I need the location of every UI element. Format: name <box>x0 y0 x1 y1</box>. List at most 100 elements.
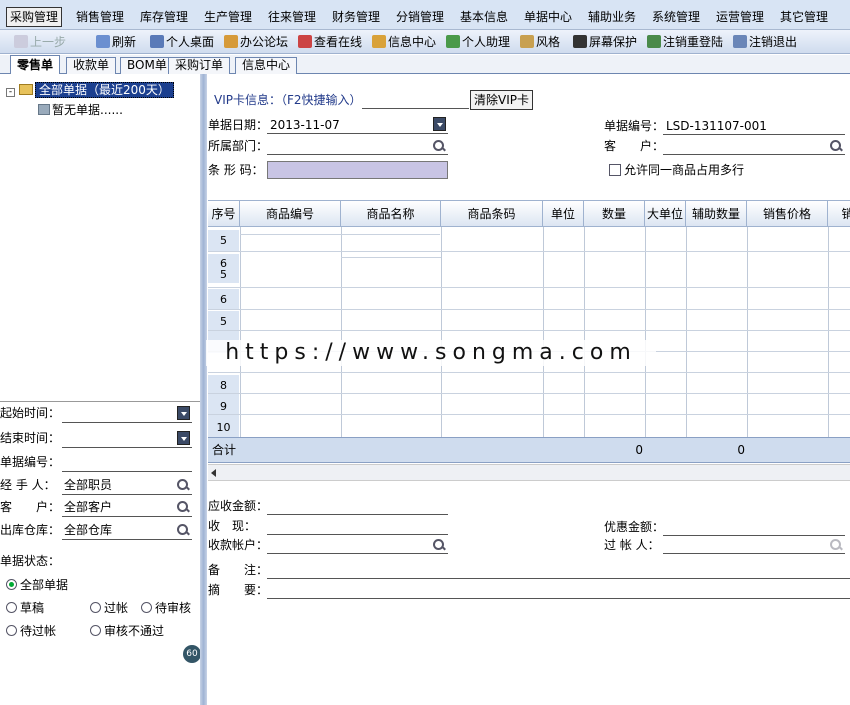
radio-rejected[interactable]: 审核不通过 <box>90 623 164 639</box>
cash-field[interactable] <box>267 517 448 535</box>
dropdown-icon[interactable] <box>177 406 190 420</box>
menu-accounts[interactable]: 往来管理 <box>265 8 319 26</box>
receivable-field[interactable] <box>267 497 448 515</box>
col-header-price[interactable]: 销售价格 <box>747 201 828 227</box>
department-field[interactable] <box>267 137 448 155</box>
checkbox-icon[interactable] <box>609 164 621 176</box>
customer-field[interactable] <box>663 137 845 155</box>
summary-field[interactable] <box>267 581 850 599</box>
counter-badge[interactable]: 60 <box>183 645 201 663</box>
menu-purchase[interactable]: 采购管理 <box>6 7 63 27</box>
tab-bom[interactable]: BOM单 <box>120 57 174 74</box>
search-icon[interactable] <box>829 139 843 153</box>
col-header-code[interactable]: 商品编号 <box>240 201 341 227</box>
radio-posted[interactable]: 过帐 <box>90 600 128 616</box>
end-time-field[interactable] <box>62 429 192 448</box>
menu-basic-info[interactable]: 基本信息 <box>457 8 511 26</box>
radio-icon <box>90 602 101 613</box>
forum-button[interactable]: 办公论坛 <box>224 34 288 50</box>
discount-field[interactable] <box>663 518 845 536</box>
radio-draft[interactable]: 草稿 <box>6 600 44 616</box>
handler-field[interactable]: 全部职员 <box>62 476 192 495</box>
menu-system[interactable]: 系统管理 <box>649 8 703 26</box>
row-number: 5 <box>208 311 239 332</box>
tree-root[interactable]: - 全部单据（最近200天） <box>6 82 174 98</box>
search-icon[interactable] <box>176 500 190 514</box>
vip-input[interactable] <box>362 91 469 109</box>
home-icon <box>224 35 238 48</box>
radio-icon <box>90 625 101 636</box>
menu-inventory[interactable]: 库存管理 <box>137 8 191 26</box>
assistant-button[interactable]: 个人助理 <box>446 34 510 50</box>
search-icon[interactable] <box>432 538 446 552</box>
warehouse-field[interactable]: 全部仓库 <box>62 521 192 540</box>
menu-other[interactable]: 其它管理 <box>777 8 831 26</box>
screen-lock-button[interactable]: 屏幕保护 <box>573 34 637 50</box>
splitter[interactable] <box>200 74 207 705</box>
tab-receipt[interactable]: 收款单 <box>66 57 117 74</box>
refresh-button[interactable]: 刷新 <box>96 34 136 50</box>
menu-doc-center[interactable]: 单据中心 <box>521 8 575 26</box>
tab-purchase-order[interactable]: 采购订单 <box>168 57 231 74</box>
tab-info-center[interactable]: 信息中心 <box>235 57 298 74</box>
menu-finance[interactable]: 财务管理 <box>329 8 383 26</box>
grid-hscrollbar[interactable] <box>208 464 850 481</box>
allow-multiline-checkbox[interactable]: 允许同一商品占用多行 <box>609 161 744 179</box>
col-header-unit[interactable]: 单位 <box>543 201 584 227</box>
desktop-button[interactable]: 个人桌面 <box>150 34 214 50</box>
relogin-button[interactable]: 注销重登陆 <box>647 34 723 50</box>
radio-pending-post[interactable]: 待过帐 <box>6 623 56 639</box>
col-header-more[interactable]: 销 <box>828 201 850 227</box>
menu-production[interactable]: 生产管理 <box>201 8 255 26</box>
row-number: 5 <box>208 268 239 283</box>
expand-icon[interactable]: - <box>6 88 15 97</box>
info-center-button[interactable]: 信息中心 <box>372 34 436 50</box>
clear-vip-button[interactable]: 清除VIP卡 <box>470 90 533 110</box>
poster-field[interactable] <box>663 536 845 554</box>
dropdown-icon[interactable] <box>177 431 190 445</box>
menu-distribution[interactable]: 分销管理 <box>393 8 447 26</box>
dropdown-icon[interactable] <box>433 117 446 131</box>
col-header-seq[interactable]: 序号 <box>208 201 240 227</box>
radio-all[interactable]: 全部单据 <box>6 577 68 593</box>
grid-line <box>208 309 850 310</box>
search-icon[interactable] <box>176 523 190 537</box>
docno-filter-field[interactable] <box>62 453 192 472</box>
tab-retail[interactable]: 零售单 <box>10 55 61 74</box>
row-number: 5 <box>208 230 239 251</box>
start-time-label: 起始时间： <box>0 406 61 420</box>
start-time-field[interactable] <box>62 404 192 423</box>
status-label: 单据状态： <box>0 554 61 568</box>
tree-child[interactable]: 暂无单据...... <box>38 102 123 118</box>
customer-label: 客 户： <box>604 139 665 153</box>
col-header-barcode[interactable]: 商品条码 <box>441 201 543 227</box>
scroll-left-icon[interactable] <box>211 469 216 477</box>
grid-line <box>686 227 687 437</box>
menu-sales[interactable]: 销售管理 <box>73 8 127 26</box>
grid-line <box>828 227 829 437</box>
barcode-input[interactable] <box>267 161 448 179</box>
menu-operations[interactable]: 运营管理 <box>713 8 767 26</box>
back-button[interactable]: 上一步 <box>14 34 66 50</box>
total-qty: 0 <box>635 443 643 457</box>
col-header-name[interactable]: 商品名称 <box>341 201 441 227</box>
date-field[interactable]: 2013-11-07 <box>267 116 448 134</box>
item-grid[interactable]: 序号 商品编号 商品名称 商品条码 单位 数量 大单位 辅助数量 销售价格 销 … <box>208 200 850 464</box>
customer-filter-field[interactable]: 全部客户 <box>62 498 192 517</box>
menu-aux[interactable]: 辅助业务 <box>585 8 639 26</box>
search-icon[interactable] <box>829 538 843 552</box>
document-tabs: 零售单 收款单 BOM单 采购订单 信息中心 <box>0 55 850 74</box>
docno-field[interactable]: LSD-131107-001 <box>663 117 845 135</box>
col-header-qty[interactable]: 数量 <box>584 201 645 227</box>
logout-button[interactable]: 注销退出 <box>733 34 797 50</box>
search-icon[interactable] <box>432 139 446 153</box>
online-button[interactable]: 查看在线 <box>298 34 362 50</box>
radio-pending-review[interactable]: 待审核 <box>141 600 191 616</box>
col-header-auxqty[interactable]: 辅助数量 <box>686 201 747 227</box>
remark-field[interactable] <box>267 561 850 579</box>
department-label: 所属部门： <box>208 139 269 153</box>
style-button[interactable]: 风格 <box>520 34 560 50</box>
col-header-bigunit[interactable]: 大单位 <box>645 201 686 227</box>
search-icon[interactable] <box>176 478 190 492</box>
account-field[interactable] <box>267 536 448 554</box>
